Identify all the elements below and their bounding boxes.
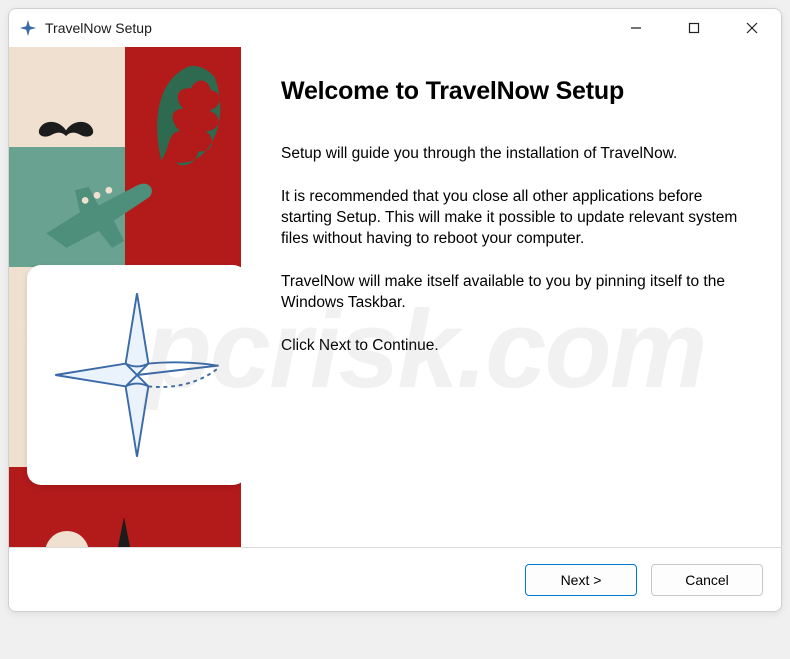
eiffel-decoration-icon	[39, 507, 209, 547]
continue-text: Click Next to Continue.	[281, 336, 741, 357]
page-title: Welcome to TravelNow Setup	[281, 77, 741, 106]
next-button[interactable]: Next >	[525, 564, 637, 596]
sidebar-image: #	[9, 47, 241, 547]
minimize-button[interactable]	[607, 9, 665, 47]
app-icon	[19, 19, 37, 37]
main-panel: Welcome to TravelNow Setup Setup will gu…	[241, 47, 781, 547]
footer: Next > Cancel	[9, 547, 781, 611]
setup-window: TravelNow Setup	[8, 8, 782, 612]
cancel-button[interactable]: Cancel	[651, 564, 763, 596]
close-button[interactable]	[723, 9, 781, 47]
taskbar-pin-text: TravelNow will make itself available to …	[281, 272, 741, 314]
app-logo-card	[27, 265, 241, 485]
titlebar[interactable]: TravelNow Setup	[9, 9, 781, 47]
content-area: #	[9, 47, 781, 547]
airplane-icon	[27, 153, 167, 263]
compass-logo-icon	[42, 280, 232, 470]
window-controls	[607, 9, 781, 47]
intro-text: Setup will guide you through the install…	[281, 144, 741, 165]
maximize-button[interactable]	[665, 9, 723, 47]
window-title: TravelNow Setup	[45, 20, 152, 36]
recommendation-text: It is recommended that you close all oth…	[281, 187, 741, 250]
mustache-icon	[27, 115, 105, 143]
